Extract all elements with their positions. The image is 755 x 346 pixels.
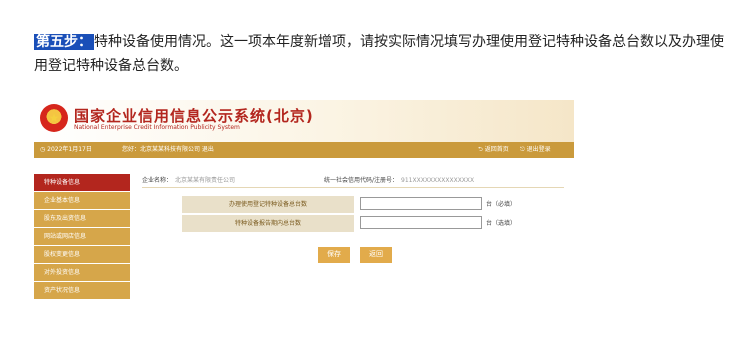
instruction-text: 特种设备使用情况。这一项本年度新增项，请按实际情况填写办理使用登记特种设备总台数… — [34, 34, 724, 74]
date-text: 2022年1月17日 — [47, 146, 92, 153]
sidebar-item-special-equipment[interactable]: 特种设备信息 — [34, 174, 130, 191]
credit-code: 统一社会信用代码/注册号： 911XXXXXXXXXXXXXXX — [324, 175, 474, 184]
home-link[interactable]: ⮌ 返回首页 — [478, 142, 509, 158]
site-banner: ★ 国家企业信用信息公示系统(北京) National Enterprise C… — [34, 100, 574, 142]
divider — [142, 187, 564, 188]
sidebar-item-investment[interactable]: 对外投资信息 — [34, 264, 130, 281]
date-display: ◷ 2022年1月17日 — [40, 146, 92, 153]
instruction-paragraph: 第五步： 特种设备使用情况。这一项本年度新增项，请按实际情况填写办理使用登记特种设… — [34, 30, 734, 78]
form-row-period-total: 特种设备报告期内总台数 台（选填） — [182, 215, 517, 232]
registered-total-unit: 台（必填） — [486, 201, 517, 208]
national-emblem-icon: ★ — [40, 104, 68, 132]
company-name-value: 北京某某有限责任公司 — [175, 177, 236, 184]
period-total-unit: 台（选填） — [486, 220, 517, 227]
embedded-screenshot: ★ 国家企业信用信息公示系统(北京) National Enterprise C… — [34, 100, 574, 300]
top-bar: ◷ 2022年1月17日 您好：北京某某科技有限公司 退出 ⮌ 返回首页 ⎋ 退… — [34, 142, 574, 158]
sidebar-item-shareholders[interactable]: 股东及出资信息 — [34, 210, 130, 227]
sidebar-item-website[interactable]: 网站或网店信息 — [34, 228, 130, 245]
period-total-input[interactable] — [360, 216, 482, 229]
logout-link-label: 退出登录 — [526, 146, 551, 153]
back-button[interactable]: 返回 — [360, 247, 392, 263]
save-button[interactable]: 保存 — [318, 247, 350, 263]
system-title: 国家企业信用信息公示系统(北京) — [74, 107, 314, 125]
registered-total-input[interactable] — [360, 197, 482, 210]
sidebar-item-equity-change[interactable]: 股权变更信息 — [34, 246, 130, 263]
company-name: 企业名称： 北京某某有限责任公司 — [142, 175, 235, 184]
form-row-registered-total: 办理使用登记特种设备总台数 台（必填） — [182, 196, 517, 213]
sidebar-item-assets[interactable]: 资产状况信息 — [34, 282, 130, 299]
sidebar-item-basic-info[interactable]: 企业基本信息 — [34, 192, 130, 209]
credit-code-label: 统一社会信用代码/注册号： — [324, 177, 399, 184]
home-link-label: 返回首页 — [484, 146, 509, 153]
welcome-text: 您好：北京某某科技有限公司 退出 — [122, 146, 214, 153]
equipment-form: 办理使用登记特种设备总台数 台（必填） 特种设备报告期内总台数 台（选填） — [182, 196, 517, 234]
logout-link[interactable]: ⎋ 退出登录 — [520, 142, 551, 158]
step-label: 第五步： — [34, 34, 94, 50]
sidebar: 特种设备信息 企业基本信息 股东及出资信息 网站或网店信息 股权变更信息 对外投… — [34, 174, 130, 300]
system-subtitle: National Enterprise Credit Information P… — [74, 124, 240, 131]
credit-code-value: 911XXXXXXXXXXXXXXX — [401, 177, 475, 184]
period-total-label: 特种设备报告期内总台数 — [182, 215, 354, 232]
registered-total-label: 办理使用登记特种设备总台数 — [182, 196, 354, 213]
company-name-label: 企业名称： — [142, 177, 173, 184]
